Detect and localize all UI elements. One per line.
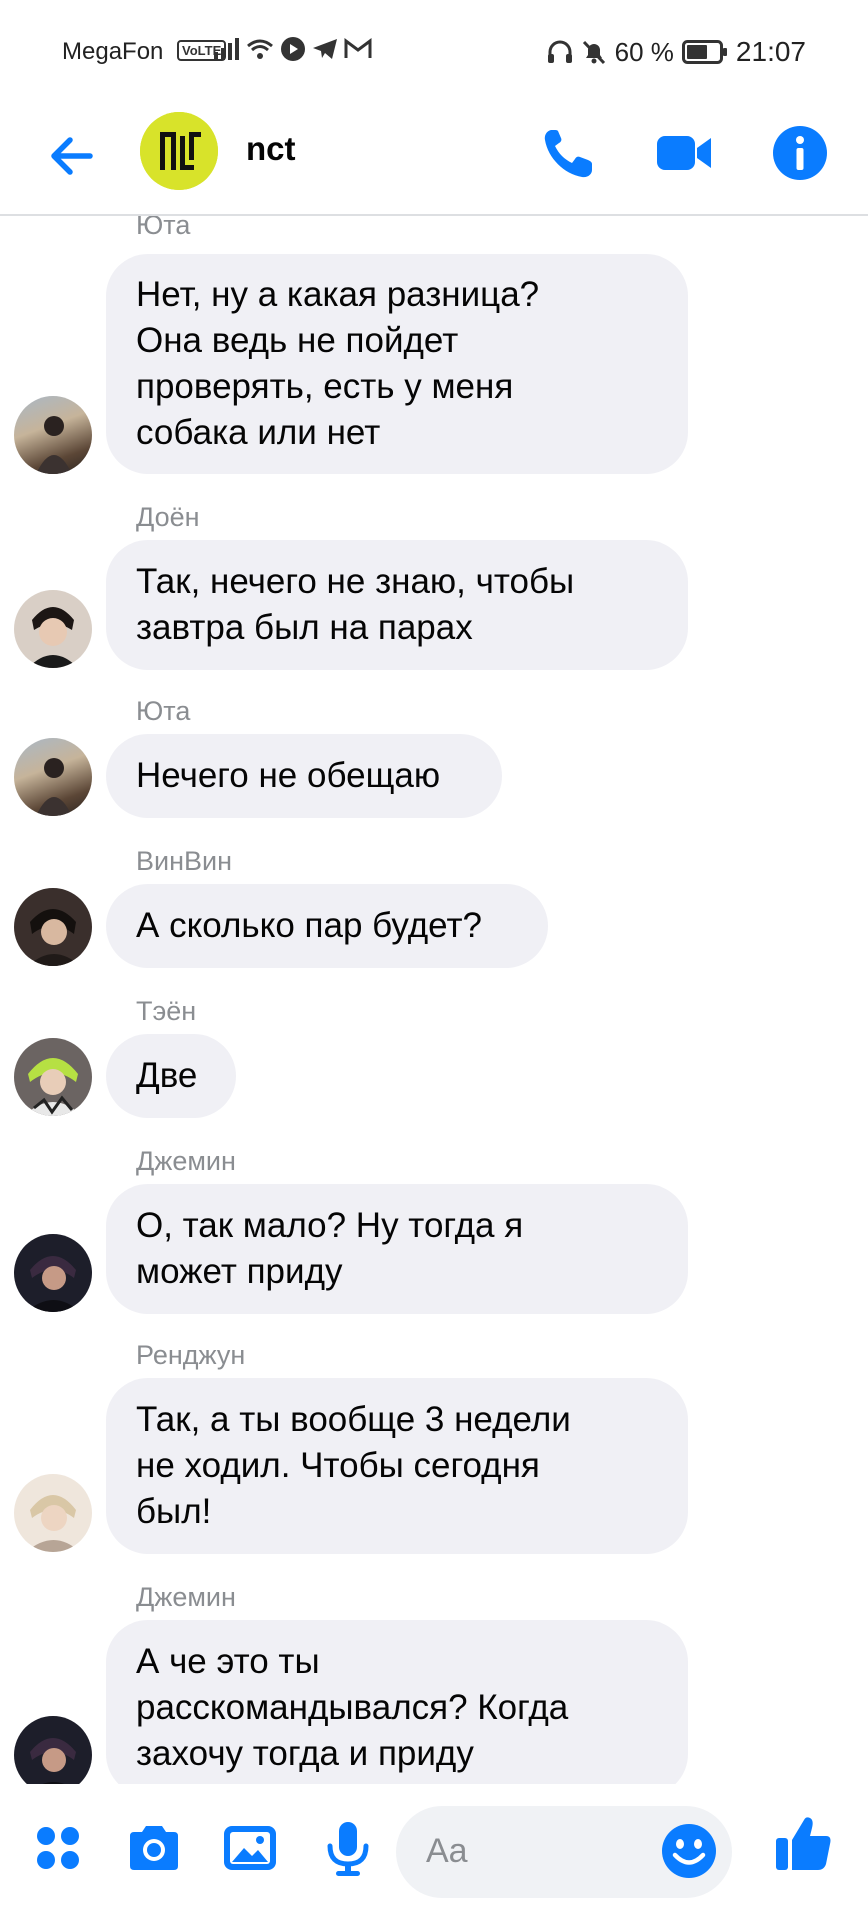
sender-name: Джемин xyxy=(136,1582,236,1612)
youtube-icon xyxy=(281,37,305,61)
message-line: завтра был на парах xyxy=(136,608,473,647)
video-call-icon[interactable] xyxy=(655,124,713,182)
avatar[interactable] xyxy=(14,888,92,966)
thumbs-up-icon[interactable] xyxy=(772,1812,834,1874)
message-bubble[interactable]: Две xyxy=(106,1034,236,1118)
message-input-placeholder: Aa xyxy=(426,1832,468,1870)
sender-name: Ренджун xyxy=(136,1340,246,1370)
info-icon[interactable] xyxy=(771,124,829,182)
message-bubble[interactable]: А сколько пар будет? xyxy=(106,884,548,968)
message-bubble[interactable]: Нечего не обещаю xyxy=(106,734,502,818)
telegram-icon xyxy=(313,39,337,59)
wifi-icon xyxy=(247,39,273,59)
avatar[interactable] xyxy=(14,1474,92,1552)
nct-logo-icon xyxy=(140,112,218,190)
carrier-label: MegaFon xyxy=(62,38,164,65)
sender-name: Юта xyxy=(136,696,191,726)
avatar[interactable] xyxy=(14,396,92,474)
sender-name: Юта xyxy=(136,216,191,240)
message-line: Она ведь не пойдет xyxy=(136,321,459,360)
battery-icon xyxy=(681,40,727,64)
message-bubble[interactable]: Так, а ты вообще 3 недели не ходил. Чтоб… xyxy=(106,1378,688,1554)
message-line: О, так мало? Ну тогда я xyxy=(136,1206,524,1245)
battery-percent: 60 % xyxy=(614,36,674,67)
message-line: не ходил. Чтобы сегодня xyxy=(136,1446,540,1485)
microphone-icon[interactable] xyxy=(318,1818,378,1878)
camera-icon[interactable] xyxy=(124,1818,184,1878)
signal-icon xyxy=(214,38,239,60)
message-bubble[interactable]: Нет, ну а какая разница? Она ведь не пой… xyxy=(106,254,688,474)
apps-grid-icon[interactable] xyxy=(28,1818,88,1878)
avatar[interactable] xyxy=(14,1234,92,1312)
status-bar: MegaFon VoLTE 60 % 21:07 xyxy=(0,0,868,100)
avatar[interactable] xyxy=(14,1038,92,1116)
sender-name: ВинВин xyxy=(136,846,233,876)
gallery-icon[interactable] xyxy=(220,1818,280,1878)
message-composer: Aa xyxy=(0,1784,868,1920)
message-line: Нет, ну а какая разница? xyxy=(136,275,540,314)
back-arrow-icon[interactable] xyxy=(46,130,98,182)
avatar[interactable] xyxy=(14,738,92,816)
conversation-title[interactable]: nct xyxy=(246,130,296,168)
message-bubble[interactable]: О, так мало? Ну тогда я может приду xyxy=(106,1184,688,1314)
message-bubble[interactable]: Так, нечего не знаю, чтобы завтра был на… xyxy=(106,540,688,670)
message-line: Две xyxy=(136,1056,198,1095)
message-line: расскомандывался? Когда xyxy=(136,1688,569,1727)
message-line: Так, нечего не знаю, чтобы xyxy=(136,562,575,601)
avatar[interactable] xyxy=(14,590,92,668)
mute-bell-icon xyxy=(582,40,605,65)
sender-name: Доён xyxy=(136,502,200,532)
message-line: может приду xyxy=(136,1252,343,1291)
clock: 21:07 xyxy=(735,36,806,67)
message-line: проверять, есть у меня xyxy=(136,367,514,406)
sender-name: Джемин xyxy=(136,1146,236,1176)
emoji-icon[interactable] xyxy=(660,1822,718,1880)
message-input[interactable]: Aa xyxy=(396,1806,732,1898)
conversation-header: nct xyxy=(0,100,868,216)
group-avatar[interactable] xyxy=(140,112,218,190)
message-line: А сколько пар будет? xyxy=(136,906,482,945)
avatar[interactable] xyxy=(14,1716,92,1784)
message-line: Так, а ты вообще 3 недели xyxy=(136,1400,571,1439)
headphones-icon xyxy=(547,40,572,63)
phone-call-icon[interactable] xyxy=(540,124,598,182)
message-line: Нечего не обещаю xyxy=(136,756,441,795)
message-bubble[interactable]: А че это ты расскомандывался? Когда захо… xyxy=(106,1620,688,1784)
message-line: захочу тогда и приду xyxy=(136,1734,474,1773)
sender-name: Тэён xyxy=(136,996,197,1026)
message-line: А че это ты xyxy=(136,1642,320,1681)
message-line: был! xyxy=(136,1492,212,1531)
gmail-icon xyxy=(344,38,372,58)
message-line: собака или нет xyxy=(136,413,381,452)
message-list[interactable]: Юта Нет, ну а какая разница? Она ведь не… xyxy=(0,216,868,1784)
